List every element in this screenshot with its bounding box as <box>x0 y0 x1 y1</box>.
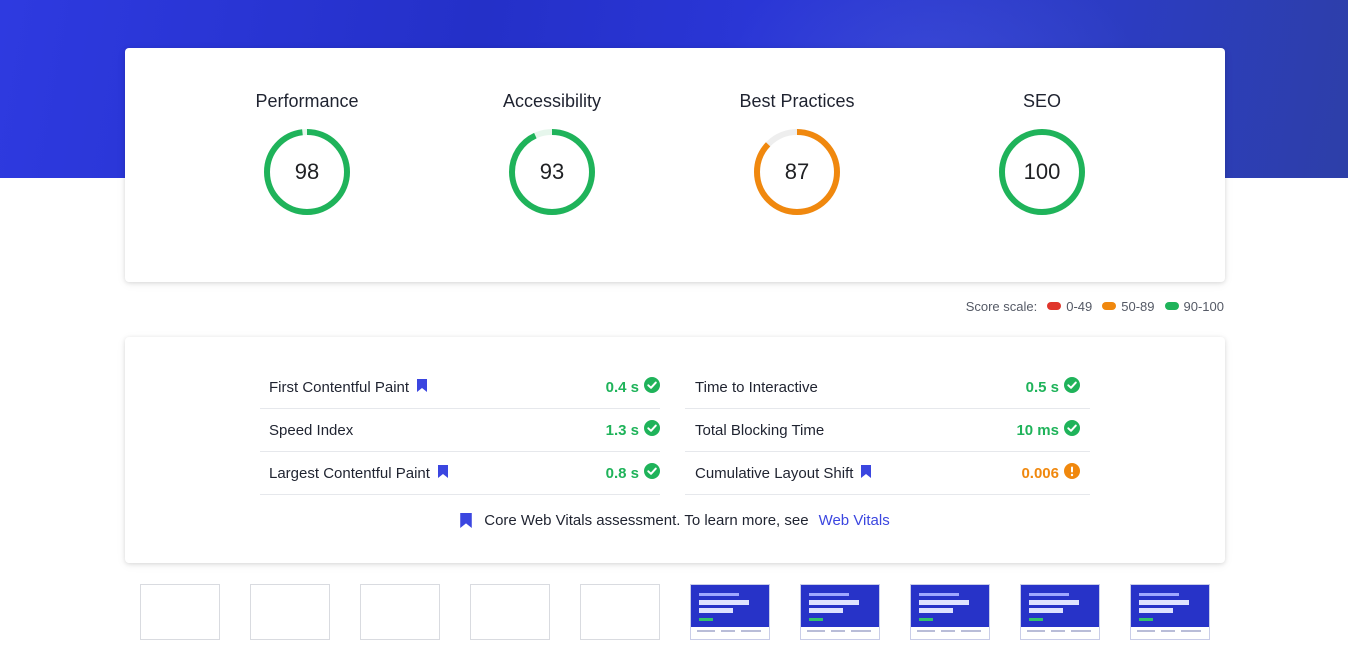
metric-label: Cumulative Layout Shift <box>695 464 854 482</box>
scale-pass-swatch <box>1164 302 1179 310</box>
scale-average-swatch <box>1102 302 1117 310</box>
filmstrip-frame[interactable] <box>580 584 660 640</box>
scale-fail-swatch <box>1047 302 1062 310</box>
metric-speed-index[interactable]: Speed Index 1.3 s <box>260 409 660 452</box>
metric-first-contentful-paint[interactable]: First Contentful Paint 0.4 s <box>260 366 660 409</box>
metric-label: Total Blocking Time <box>695 421 825 439</box>
filmstrip-frame[interactable] <box>1130 584 1210 640</box>
metrics-card: First Contentful Paint 0.4 s Time to Int… <box>125 337 1225 563</box>
filmstrip-frame[interactable] <box>470 584 550 640</box>
bookmark-icon <box>460 513 473 528</box>
scale-pass-label: 90-100 <box>1183 298 1224 314</box>
metric-total-blocking-time[interactable]: Total Blocking Time 10 ms <box>685 409 1090 452</box>
score-scale-label: Score scale: <box>965 298 1038 314</box>
gauge-title: SEO <box>1022 91 1061 111</box>
filmstrip-frame[interactable] <box>140 584 220 640</box>
web-vitals-link[interactable]: Web Vitals <box>819 512 890 529</box>
core-web-vitals-note: Core Web Vitals assessment. To learn mor… <box>125 512 1225 529</box>
scale-fail-label: 0-49 <box>1066 298 1093 314</box>
check-circle-icon <box>1064 377 1080 393</box>
metric-value: 0.006 <box>1021 464 1059 482</box>
bookmark-icon <box>417 378 428 392</box>
cwv-note-text: Core Web Vitals assessment. To learn mor… <box>484 512 809 529</box>
metric-value: 0.8 s <box>605 464 639 482</box>
metric-largest-contentful-paint[interactable]: Largest Contentful Paint 0.8 s <box>260 452 660 495</box>
bookmark-icon <box>861 464 872 478</box>
metric-value: 0.5 s <box>1025 378 1059 396</box>
metric-value: 10 ms <box>1016 421 1059 439</box>
filmstrip-frame[interactable] <box>1020 584 1100 640</box>
scale-average-label: 50-89 <box>1121 298 1155 314</box>
gauge-score: 93 <box>539 159 565 184</box>
check-circle-icon <box>644 420 660 436</box>
metric-label: Largest Contentful Paint <box>269 464 430 482</box>
gauge-title: Best Practices <box>739 91 855 111</box>
metric-cumulative-layout-shift[interactable]: Cumulative Layout Shift 0.006 <box>685 452 1090 495</box>
metric-value: 0.4 s <box>605 378 639 396</box>
warning-circle-icon <box>1064 463 1080 479</box>
score-scale-legend: Score scale: 0-49 50-89 90-100 <box>966 298 1224 314</box>
metric-value: 1.3 s <box>605 421 639 439</box>
check-circle-icon <box>1064 420 1080 436</box>
metric-label: First Contentful Paint <box>269 378 410 396</box>
filmstrip-frame[interactable] <box>360 584 440 640</box>
metric-time-to-interactive[interactable]: Time to Interactive 0.5 s <box>685 366 1090 409</box>
filmstrip-frame[interactable] <box>800 584 880 640</box>
gauge-seo[interactable]: SEO 100 <box>942 48 1142 282</box>
check-circle-icon <box>644 377 660 393</box>
gauge-score: 87 <box>784 159 810 184</box>
filmstrip-frame[interactable] <box>910 584 990 640</box>
gauge-best-practices[interactable]: Best Practices 87 <box>697 48 897 282</box>
scores-card: Performance 98 Accessibility 93 Best Pra… <box>125 48 1225 282</box>
gauge-score: 98 <box>294 159 320 184</box>
gauge-title: Accessibility <box>502 91 602 111</box>
gauge-performance[interactable]: Performance 98 <box>207 48 407 282</box>
gauge-accessibility[interactable]: Accessibility 93 <box>452 48 652 282</box>
bookmark-icon <box>437 464 448 478</box>
check-circle-icon <box>644 463 660 479</box>
filmstrip-frame[interactable] <box>690 584 770 640</box>
filmstrip-frame[interactable] <box>250 584 330 640</box>
gauge-score: 100 <box>1023 159 1061 184</box>
metric-label: Time to Interactive <box>695 378 818 396</box>
gauge-title: Performance <box>255 91 359 111</box>
metric-label: Speed Index <box>269 421 354 439</box>
